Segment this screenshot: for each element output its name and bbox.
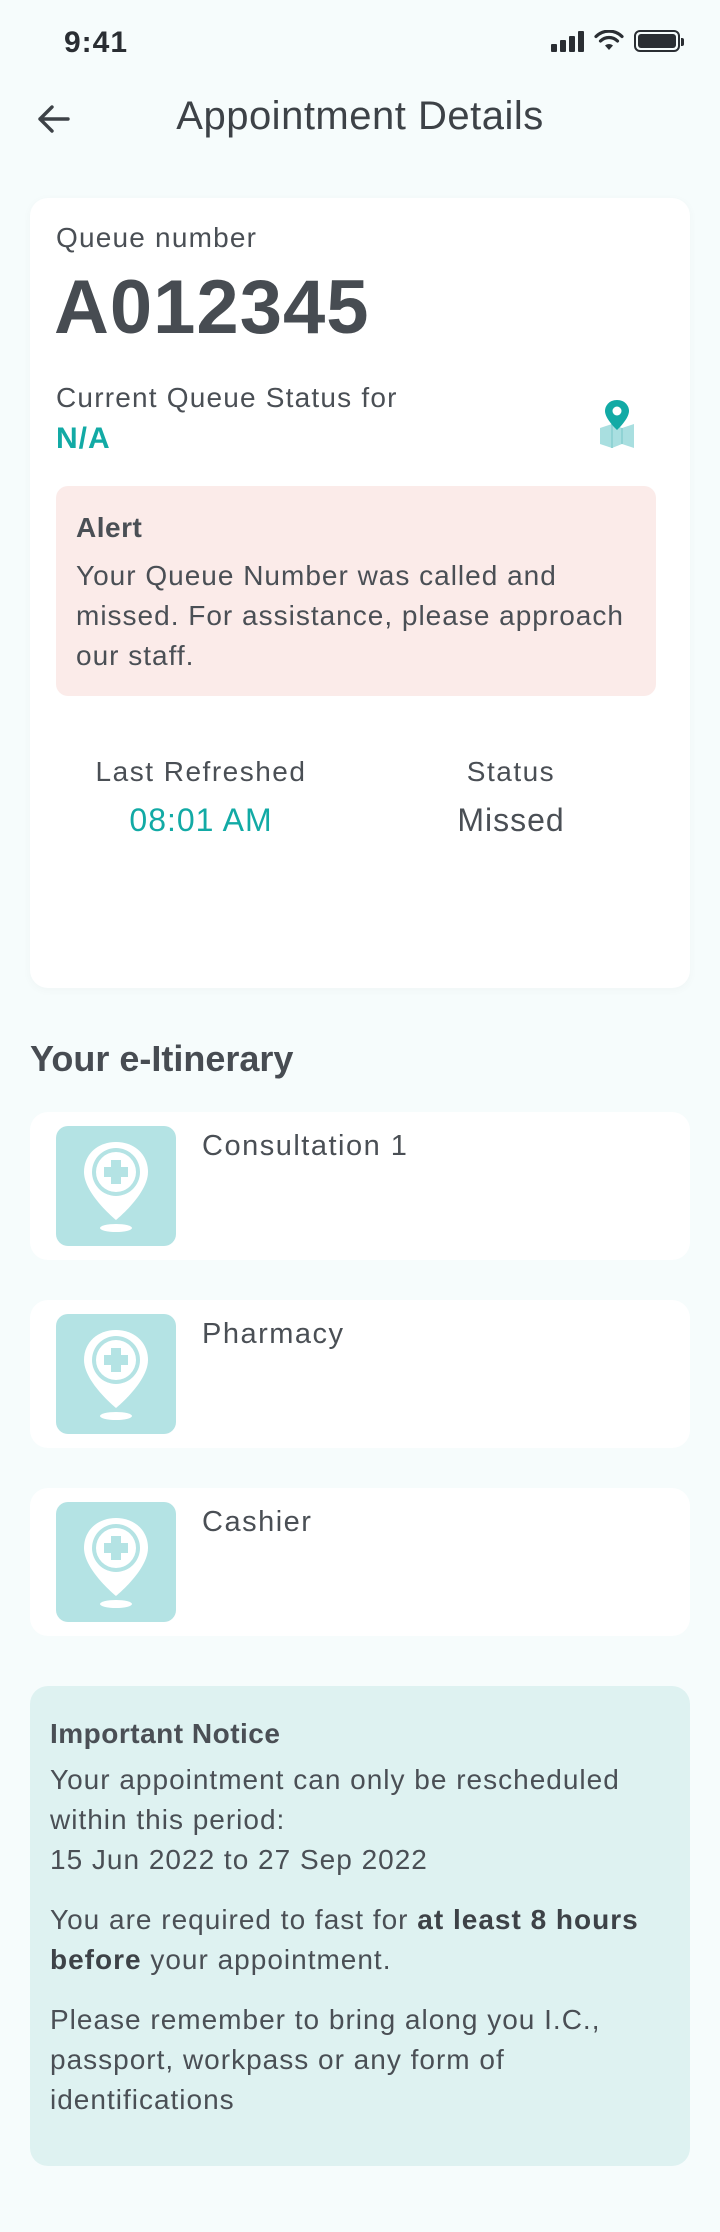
current-status-label: Current Queue Status for (56, 382, 398, 413)
notice-fast-prefix: You are required to fast for (50, 1904, 418, 1935)
current-status-value: N/A (56, 422, 111, 455)
itinerary-item-label: Consultation 1 (202, 1130, 409, 1162)
medical-location-icon (56, 1502, 176, 1622)
map-pin-icon (600, 400, 634, 448)
medical-location-icon (56, 1126, 176, 1246)
status-value: Missed (457, 802, 565, 838)
alert-box: Alert Your Queue Number was called and m… (56, 486, 656, 696)
notice-identification: Please remember to bring along you I.C.,… (50, 2004, 601, 2115)
notice-reschedule-text: Your appointment can only be rescheduled… (50, 1764, 620, 1835)
last-refreshed-value: 08:01 AM (129, 802, 273, 838)
status-label: Status (466, 756, 556, 787)
itinerary-item-label: Pharmacy (202, 1318, 345, 1350)
alert-message: Your Queue Number was called and missed.… (76, 560, 624, 671)
notice-fasting: You are required to fast for at least 8 … (50, 1900, 670, 1980)
page-title: Appointment Details (176, 94, 544, 138)
notice-fast-suffix: your appointment. (141, 1944, 392, 1975)
map-button[interactable] (596, 398, 638, 450)
signal-icon (551, 30, 584, 52)
itinerary-item-cashier[interactable]: Cashier (30, 1488, 690, 1636)
status-time: 9:41 (64, 26, 129, 59)
status-icons (551, 30, 684, 52)
alert-title: Alert (76, 512, 143, 543)
important-notice: Important Notice Your appointment can on… (30, 1686, 690, 2166)
notice-title: Important Notice (50, 1718, 281, 1749)
last-refreshed-label: Last Refreshed (95, 756, 307, 787)
battery-icon (634, 30, 684, 52)
itinerary-item-consultation[interactable]: Consultation 1 (30, 1112, 690, 1260)
notice-period: 15 Jun 2022 to 27 Sep 2022 (50, 1844, 428, 1875)
status-bar: 9:41 (0, 0, 720, 90)
queue-number-label: Queue number (56, 222, 258, 253)
queue-status: Status Missed (366, 756, 656, 839)
medical-location-icon (56, 1314, 176, 1434)
queue-card: Queue number A012345 Current Queue Statu… (30, 198, 690, 988)
app-header: Appointment Details (0, 90, 720, 146)
itinerary-item-label: Cashier (202, 1506, 313, 1538)
queue-number: A012345 (54, 265, 370, 350)
wifi-icon (594, 30, 624, 50)
notice-reschedule: Your appointment can only be rescheduled… (50, 1760, 670, 1880)
itinerary-item-pharmacy[interactable]: Pharmacy (30, 1300, 690, 1448)
itinerary-title: Your e-Itinerary (30, 1038, 294, 1079)
last-refreshed: Last Refreshed 08:01 AM (56, 756, 346, 839)
